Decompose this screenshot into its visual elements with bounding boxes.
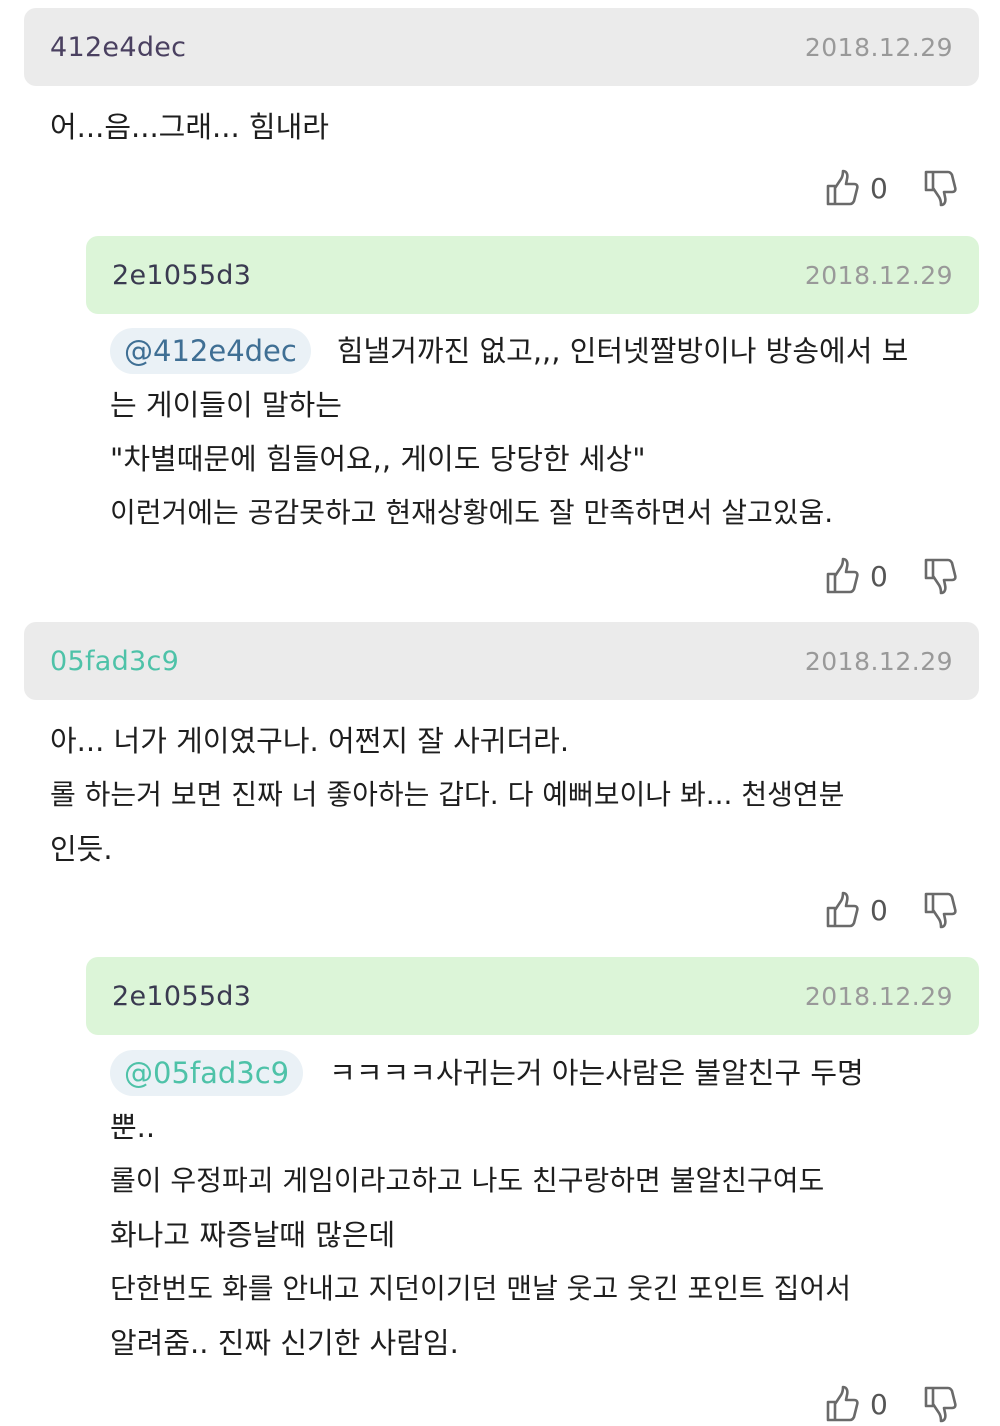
comment-text-line: 알려줌.. 진짜 신기한 사람임.	[110, 1326, 459, 1360]
comment-text-line: 뿐..	[110, 1110, 156, 1144]
comment-text-line: 이런거에는 공감못하고 현재상황에도 잘 만족하면서 살고있움.	[110, 496, 834, 529]
mention-tag[interactable]: @05fad3c9	[110, 1050, 304, 1096]
comment-text-line: @412e4dec 힘낼거까진 없고,,, 인터넷짤방이나 방송에서 보	[110, 324, 980, 378]
comment-votes: 0	[824, 554, 958, 598]
comment-text-line: 단한번도 화를 안내고 지던이기던 맨날 웃고 웃긴 포인트 집어서	[110, 1272, 851, 1305]
comment-text: 힘낼거까진 없고,,, 인터넷짤방이나 방송에서 보	[336, 334, 909, 368]
thumbs-up-icon	[824, 169, 860, 207]
comment-text-line: 롤이 우정파괴 게임이라고하고 나도 친구랑하면 불알친구여도	[110, 1164, 825, 1197]
thumbs-up-icon	[824, 557, 860, 595]
comment-votes: 0	[824, 888, 958, 932]
comment-text-line: 어...음...그래... 힘내라	[50, 110, 329, 144]
mention-tag[interactable]: @412e4dec	[110, 328, 311, 374]
comment-text-line: 아... 너가 게이였구나. 어쩐지 잘 사귀더라.	[50, 724, 570, 758]
thumbs-down-icon	[922, 891, 958, 929]
comment-header: 412e4dec 2018.12.29	[24, 8, 979, 86]
thumbs-up-icon	[824, 891, 860, 929]
dislike-button[interactable]	[922, 557, 958, 595]
comment-username[interactable]: 2e1055d3	[112, 260, 251, 291]
like-button[interactable]: 0	[824, 169, 888, 207]
reply-body: @412e4dec 힘낼거까진 없고,,, 인터넷짤방이나 방송에서 보 는 게이…	[110, 324, 980, 540]
comment-text-line: 인듯.	[50, 832, 113, 866]
comment-date: 2018.12.29	[804, 32, 953, 62]
dislike-button[interactable]	[922, 891, 958, 929]
comment-text-line: 롤 하는거 보면 진짜 너 좋아하는 갑다. 다 예뻐보이나 봐... 천생연분	[50, 778, 845, 811]
like-button[interactable]: 0	[824, 1385, 888, 1423]
dislike-button[interactable]	[922, 169, 958, 207]
comment-votes: 0	[824, 1382, 958, 1426]
comment-text-line: "차별때문에 힘들어요,, 게이도 당당한 세상"	[110, 442, 646, 476]
comment-body: 아... 너가 게이였구나. 어쩐지 잘 사귀더라. 롤 하는거 보면 진짜 너…	[50, 714, 970, 876]
reply-header: 2e1055d3 2018.12.29	[86, 957, 979, 1035]
comment-username[interactable]: 412e4dec	[50, 32, 186, 63]
comment-date: 2018.12.29	[804, 260, 953, 290]
comment-text-line: 화나고 짜증날때 많은데	[110, 1218, 396, 1252]
comment-date: 2018.12.29	[804, 646, 953, 676]
like-button[interactable]: 0	[824, 557, 888, 595]
thumbs-up-icon	[824, 1385, 860, 1423]
comment-body: 어...음...그래... 힘내라	[50, 100, 970, 154]
like-count: 0	[870, 171, 888, 205]
comment-text-line: 는 게이들이 말하는	[110, 388, 342, 422]
comment-username[interactable]: 05fad3c9	[50, 646, 179, 677]
like-count: 0	[870, 1387, 888, 1421]
comment-header: 05fad3c9 2018.12.29	[24, 622, 979, 700]
like-button[interactable]: 0	[824, 891, 888, 929]
thumbs-down-icon	[922, 1385, 958, 1423]
dislike-button[interactable]	[922, 1385, 958, 1423]
thumbs-down-icon	[922, 169, 958, 207]
comment-text-line: @05fad3c9 ㅋㅋㅋㅋ사귀는거 아는사람은 불알친구 두명	[110, 1046, 980, 1100]
comment-username[interactable]: 2e1055d3	[112, 981, 251, 1012]
like-count: 0	[870, 559, 888, 593]
reply-header: 2e1055d3 2018.12.29	[86, 236, 979, 314]
thumbs-down-icon	[922, 557, 958, 595]
like-count: 0	[870, 893, 888, 927]
comment-text: ㅋㅋㅋㅋ사귀는거 아는사람은 불알친구 두명	[329, 1056, 864, 1090]
comment-date: 2018.12.29	[804, 981, 953, 1011]
reply-body: @05fad3c9 ㅋㅋㅋㅋ사귀는거 아는사람은 불알친구 두명 뿐.. 롤이 우…	[110, 1046, 980, 1370]
comment-votes: 0	[824, 166, 958, 210]
